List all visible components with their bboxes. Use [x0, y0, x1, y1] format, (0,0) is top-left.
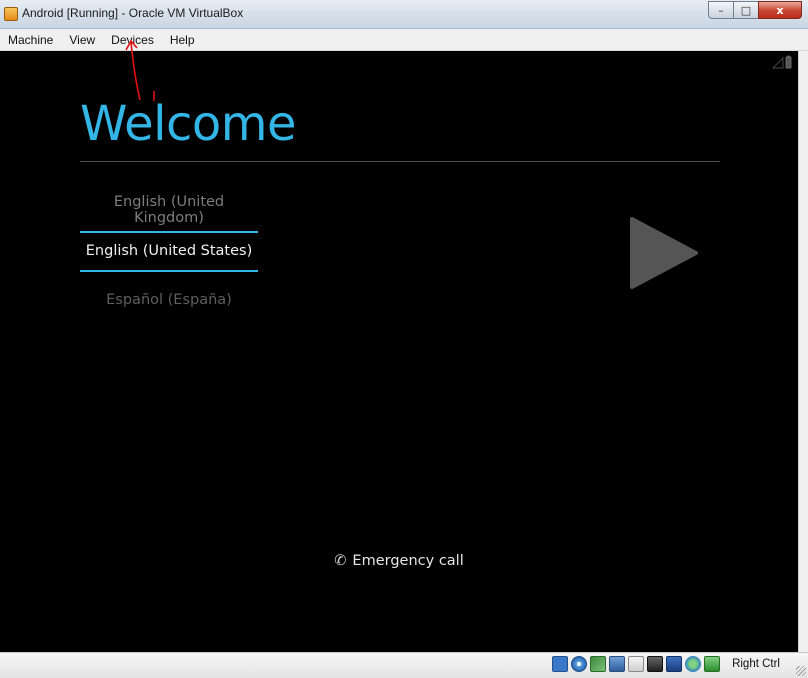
minimize-icon: –: [718, 3, 724, 17]
phone-icon: ✆: [334, 553, 347, 569]
resize-grip[interactable]: [796, 666, 806, 676]
language-option-es-es[interactable]: Español (España): [80, 292, 258, 308]
window-titlebar: Android [Running] - Oracle VM VirtualBox…: [0, 0, 808, 29]
vm-display[interactable]: Welcome English (United Kingdom) English…: [0, 51, 798, 652]
hard-disk-icon[interactable]: [552, 656, 568, 672]
maximize-icon: □: [740, 3, 752, 17]
virtualbox-app-icon: [4, 7, 18, 21]
status-bar: Right Ctrl: [0, 652, 808, 678]
close-button[interactable]: x: [758, 1, 802, 19]
menu-view[interactable]: View: [61, 29, 103, 51]
emergency-call-label: Emergency call: [352, 553, 464, 569]
language-option-en-us[interactable]: English (United States): [80, 243, 258, 259]
menu-machine[interactable]: Machine: [0, 29, 61, 51]
usb-icon[interactable]: [590, 656, 606, 672]
menu-bar: Machine View Devices Help: [0, 29, 808, 51]
welcome-divider: [80, 161, 720, 162]
window-controls: – □ x: [708, 1, 802, 19]
host-key-label: Right Ctrl: [732, 658, 780, 670]
audio-icon[interactable]: [666, 656, 682, 672]
signal-battery-icon: [772, 55, 792, 69]
language-option-en-gb[interactable]: English (United Kingdom): [80, 194, 258, 226]
shared-folder-icon[interactable]: [628, 656, 644, 672]
close-icon: x: [776, 3, 784, 17]
menu-help[interactable]: Help: [162, 29, 203, 51]
selection-line-top: [80, 231, 258, 233]
minimize-button[interactable]: –: [708, 1, 734, 19]
welcome-title: Welcome: [80, 96, 297, 152]
next-arrow-icon[interactable]: [630, 217, 698, 289]
device-indicators: [552, 656, 720, 672]
window-right-border: [798, 51, 808, 652]
maximize-button[interactable]: □: [733, 1, 759, 19]
video-capture-icon[interactable]: [647, 656, 663, 672]
menu-devices[interactable]: Devices: [103, 29, 162, 51]
selection-line-bottom: [80, 270, 258, 272]
optical-drive-icon[interactable]: [571, 656, 587, 672]
window-title: Android [Running] - Oracle VM VirtualBox: [22, 6, 244, 20]
mouse-integration-icon[interactable]: [685, 656, 701, 672]
network-icon[interactable]: [609, 656, 625, 672]
keyboard-capture-icon[interactable]: [704, 656, 720, 672]
emergency-call-button[interactable]: ✆ Emergency call: [0, 553, 798, 569]
